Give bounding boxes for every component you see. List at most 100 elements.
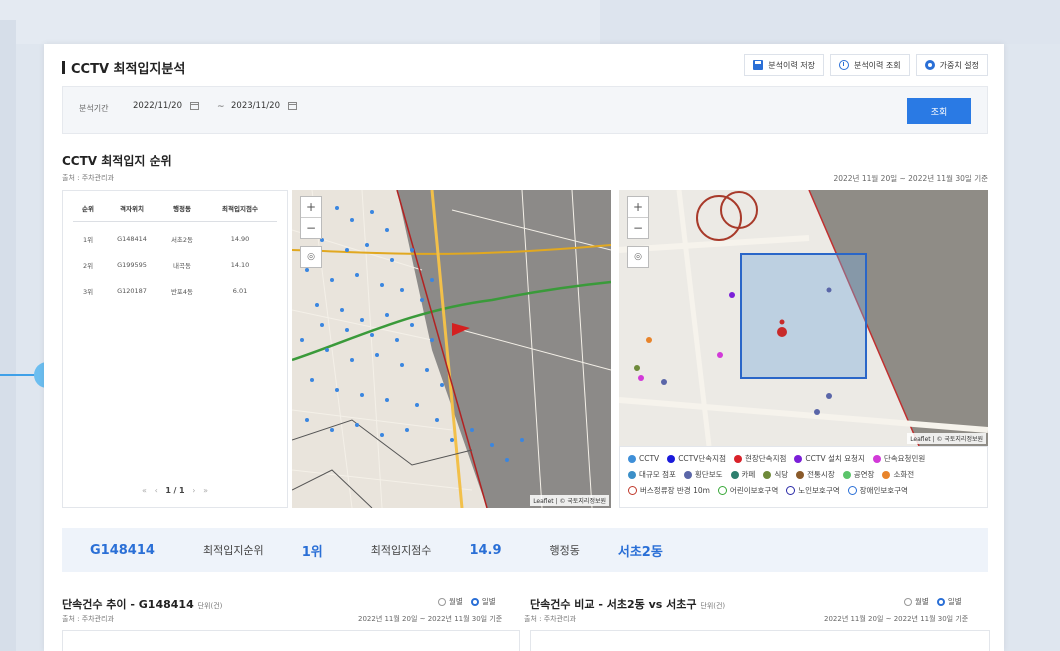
legend-item: 식당 bbox=[763, 469, 788, 480]
radio-monthly[interactable]: 월별 bbox=[904, 596, 929, 607]
legend-label: 버스정류장 반경 10m bbox=[640, 486, 710, 495]
compare-period-toggle: 월별 일별 bbox=[904, 596, 962, 607]
radio-daily[interactable]: 일별 bbox=[470, 596, 496, 607]
map-attribution: Leaflet | © 국토지리정보원 bbox=[907, 433, 986, 444]
legend-marker-icon bbox=[717, 486, 727, 495]
next-page-button[interactable]: › bbox=[192, 486, 195, 495]
trend-source: 출처 : 주차관리과 bbox=[62, 615, 114, 623]
legend-item: 소화전 bbox=[882, 469, 914, 480]
ranking-source: 출처 : 주차관리과 bbox=[62, 174, 114, 182]
legend-item: 전통시장 bbox=[796, 469, 835, 480]
locate-icon[interactable]: ◎ bbox=[300, 246, 322, 268]
zoom-in-button[interactable]: + bbox=[628, 197, 648, 218]
legend-item: 단속요청민원 bbox=[872, 453, 926, 464]
legend-label: 단속요청민원 bbox=[883, 454, 926, 463]
zoom-control: + − bbox=[300, 196, 322, 239]
detail-map-canvas bbox=[619, 190, 988, 446]
start-date-input[interactable]: 2022/11/20 bbox=[133, 101, 199, 111]
table-row[interactable]: 2위 G199595 내곡동 14.10 bbox=[73, 252, 277, 278]
legend-marker-icon bbox=[730, 470, 739, 479]
ranking-title: CCTV 최적입지 순위 bbox=[62, 154, 172, 168]
legend-item: 공연장 bbox=[842, 469, 875, 480]
date-separator: ~ bbox=[217, 102, 225, 112]
legend-item: 카페 bbox=[730, 469, 755, 480]
rank-value: 1위 bbox=[301, 544, 323, 560]
first-page-button[interactable]: « bbox=[142, 486, 147, 495]
ranking-date-ref: 2022년 11월 20일 ~ 2022년 11월 30일 기준 bbox=[833, 174, 988, 183]
overview-map[interactable]: + − ◎ Leaflet | © 국토지리정보원 bbox=[292, 190, 611, 508]
legend-item: CCTV 설치 요청지 bbox=[794, 453, 865, 464]
top-actions: 분석이력 저장 분석이력 조회 가중치 설정 bbox=[744, 54, 988, 76]
page-separator: / bbox=[173, 486, 177, 495]
legend-label: 횡단보도 bbox=[694, 470, 723, 479]
view-history-button[interactable]: 분석이력 조회 bbox=[829, 54, 910, 76]
legend-label: CCTV단속지점 bbox=[678, 454, 726, 463]
locate-icon[interactable]: ◎ bbox=[627, 246, 649, 268]
legend-row: CCTV CCTV단속지점 현장단속지점 CCTV 설치 요청지 단속요청민원 bbox=[628, 453, 979, 464]
legend-item: 현장단속지점 bbox=[733, 453, 786, 464]
legend-marker-icon bbox=[763, 470, 772, 479]
legend-marker-icon bbox=[882, 470, 891, 479]
legend-marker-icon bbox=[847, 486, 857, 495]
score-label: 최적입지점수 bbox=[370, 544, 432, 557]
table-row[interactable]: 3위 G120187 반포4동 6.01 bbox=[73, 278, 277, 304]
overview-map-canvas bbox=[292, 190, 611, 508]
legend-label: 노인보호구역 bbox=[798, 486, 840, 495]
clock-icon bbox=[838, 60, 849, 70]
trend-date-ref: 2022년 11월 20일 ~ 2022년 11월 30일 기준 bbox=[358, 615, 503, 623]
end-date-input[interactable]: 2023/11/20 bbox=[231, 101, 297, 111]
compare-chart-area bbox=[530, 630, 990, 651]
legend-marker-icon bbox=[786, 486, 796, 495]
legend-marker-icon bbox=[794, 454, 803, 463]
analysis-panel: CCTV 최적입지분석 분석이력 저장 분석이력 조회 가중치 설정 분석기간 … bbox=[44, 44, 1004, 651]
legend-marker-icon bbox=[628, 486, 637, 495]
trend-title: 단속건수 추이 - G148414 단위(건) bbox=[62, 598, 223, 611]
current-page: 1 bbox=[165, 486, 171, 495]
radio-daily[interactable]: 일별 bbox=[936, 596, 962, 607]
legend-label: CCTV 설치 요청지 bbox=[805, 454, 865, 463]
last-page-button[interactable]: » bbox=[203, 486, 208, 495]
page-title: CCTV 최적입지분석 bbox=[62, 58, 185, 77]
radio-monthly[interactable]: 월별 bbox=[438, 596, 463, 607]
period-label: 분석기간 bbox=[79, 104, 109, 113]
save-history-button[interactable]: 분석이력 저장 bbox=[744, 54, 824, 76]
compare-source: 출처 : 주차관리과 bbox=[524, 615, 576, 623]
legend-item: CCTV단속지점 bbox=[667, 453, 726, 464]
zoom-in-button[interactable]: + bbox=[301, 197, 321, 218]
legend-label: 대규모 점포 bbox=[639, 470, 676, 479]
weight-settings-button[interactable]: 가중치 설정 bbox=[915, 54, 988, 76]
pagination: « ‹ 1 / 1 › » bbox=[63, 486, 287, 495]
legend-marker-icon bbox=[683, 470, 692, 479]
legend-label: CCTV bbox=[639, 454, 660, 463]
table-header: 순위 격자위치 행정동 최적입지점수 bbox=[73, 203, 277, 222]
score-value: 14.9 bbox=[469, 542, 502, 558]
zoom-out-button[interactable]: − bbox=[628, 218, 648, 238]
grid-code: G148414 bbox=[90, 542, 155, 558]
legend-item: 어린이보호구역 bbox=[717, 485, 779, 496]
dong-value: 서초2동 bbox=[617, 544, 663, 560]
map-legend: CCTV CCTV단속지점 현장단속지점 CCTV 설치 요청지 단속요청민원 대규모 … bbox=[619, 446, 988, 508]
legend-label: 공연장 bbox=[853, 470, 875, 479]
calendar-icon[interactable] bbox=[288, 102, 297, 110]
page-header-band bbox=[0, 0, 1060, 44]
ranking-table: 순위 격자위치 행정동 최적입지점수 1위 G148414 서초2동 14.90 2위… bbox=[62, 190, 288, 508]
legend-label: 어린이보호구역 bbox=[729, 486, 779, 495]
legend-item: CCTV bbox=[628, 453, 659, 464]
detail-map[interactable]: + − ◎ Leaflet | © 국토지리정보원 bbox=[619, 190, 988, 446]
calendar-icon[interactable] bbox=[190, 102, 199, 110]
rank-label: 최적입지순위 bbox=[202, 544, 264, 557]
legend-item: 노인보호구역 bbox=[786, 485, 840, 496]
legend-label: 전통시장 bbox=[807, 470, 835, 479]
prev-page-button[interactable]: ‹ bbox=[155, 486, 158, 495]
zoom-out-button[interactable]: − bbox=[301, 218, 321, 238]
legend-marker-icon bbox=[872, 454, 881, 463]
search-button[interactable]: 조회 bbox=[907, 98, 971, 124]
legend-marker-icon bbox=[842, 470, 851, 479]
compare-title: 단속건수 비교 - 서초2동 vs 서초구 단위(건) bbox=[530, 598, 726, 611]
compare-date-ref: 2022년 11월 20일 ~ 2022년 11월 30일 기준 bbox=[824, 615, 969, 623]
legend-marker-icon bbox=[733, 454, 742, 463]
legend-marker-icon bbox=[667, 454, 676, 463]
legend-item: 장애인보호구역 bbox=[847, 485, 908, 496]
legend-item: 버스정류장 반경 10m bbox=[628, 485, 710, 496]
table-row[interactable]: 1위 G148414 서초2동 14.90 bbox=[73, 226, 277, 252]
